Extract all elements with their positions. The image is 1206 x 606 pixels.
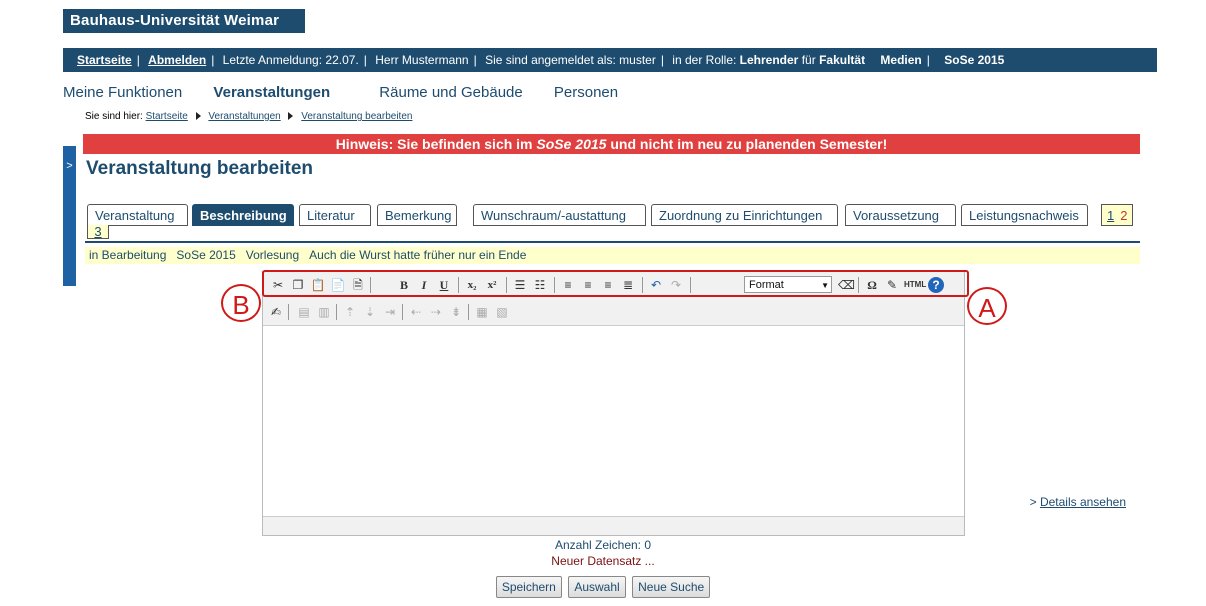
hint-text-post: und nicht im neu zu planenden Semester! [606, 136, 888, 152]
tab-page-3[interactable]: 3 [87, 225, 109, 239]
home-link[interactable]: Startseite [77, 53, 132, 67]
action-buttons: Speichern Auswahl Neue Suche [0, 576, 1206, 598]
breadcrumb-prefix: Sie sind hier: [85, 111, 143, 122]
toolbar-separator [288, 304, 289, 320]
toolbar-separator [336, 304, 337, 320]
role-for: für [801, 53, 816, 67]
nav-personen[interactable]: Personen [554, 84, 618, 101]
breadcrumb: Sie sind hier: Startseite Veranstaltunge… [85, 111, 412, 122]
logout-link[interactable]: Abmelden [148, 53, 206, 67]
annotation-circle-a: A [967, 287, 1007, 325]
tab-bar: Veranstaltung Beschreibung Literatur Bem… [87, 204, 1140, 238]
logged-in-as-text: Sie sind angemeldet als: muster [485, 53, 656, 67]
details-arrow-icon: > [1029, 495, 1037, 509]
breadcrumb-arrow-icon [288, 112, 294, 121]
nav-raeume-und-gebaeude[interactable]: Räume und Gebäude [379, 84, 522, 101]
col-delete-icon[interactable]: ⇟ [448, 304, 464, 320]
course-status-bar: in Bearbeitung SoSe 2015 Vorlesung Auch die… [85, 247, 1140, 509]
hint-semester: SoSe 2015 [536, 136, 607, 152]
tab-voraussetzung[interactable]: Voraussetzung [845, 204, 956, 226]
semester-hint-banner: Hinweis: Sie befinden sich im SoSe 2015 … [83, 134, 1140, 154]
merge-cells-icon[interactable]: ▦ [474, 304, 490, 320]
tab-wunschraum[interactable]: Wunschraum/-austattung [473, 204, 646, 226]
edit-icon[interactable]: ✍ [268, 304, 284, 320]
new-search-button[interactable]: Neue Suche [632, 576, 711, 598]
page-title: Veranstaltung bearbeiten [86, 158, 314, 179]
breadcrumb-arrow-icon [195, 112, 201, 121]
role-prefix: in der Rolle: [672, 53, 737, 67]
top-user-bar: Startseite | Abmelden | Letzte Anmeldung: … [63, 48, 1157, 72]
select-button[interactable]: Auswahl [568, 576, 626, 598]
main-navigation: Meine Funktionen Veranstaltungen Räume u… [63, 84, 645, 104]
toolbar-separator [402, 304, 403, 320]
details-link[interactable]: Details ansehen [1040, 495, 1126, 509]
details-link-wrapper: > Details ansehen [1030, 494, 1126, 511]
status-state: in Bearbeitung [89, 248, 167, 262]
tab-page-2[interactable]: 2 [1120, 208, 1127, 223]
tab-bemerkung[interactable]: Bemerkung [377, 204, 457, 226]
tab-page-1[interactable]: 1 [1107, 208, 1114, 223]
breadcrumb-veranstaltung-bearbeiten[interactable]: Veranstaltung bearbeiten [301, 111, 412, 122]
faculty-value: Medien [880, 53, 922, 67]
nav-meine-funktionen[interactable]: Meine Funktionen [63, 84, 182, 101]
split-cells-icon[interactable]: ▧ [494, 304, 510, 320]
tab-zuordnung[interactable]: Zuordnung zu Einrichtungen [651, 204, 838, 226]
tab-leistungsnachweis[interactable]: Leistungsnachweis [961, 204, 1088, 226]
table-props-icon[interactable]: ▥ [316, 304, 332, 320]
user-name: Herr Mustermann [375, 53, 469, 67]
row-before-icon[interactable]: ⇡ [342, 304, 358, 320]
faculty-label: Fakultät [819, 53, 866, 67]
row-delete-icon[interactable]: ⇥ [382, 304, 398, 320]
editor-text-area[interactable] [263, 325, 964, 517]
status-semester: SoSe 2015 [176, 248, 236, 262]
col-after-icon[interactable]: ⇢ [428, 304, 444, 320]
editor-toolbar-row-2: ✍ ▤ ▥ ⇡ ⇣ ⇥ ⇠ ⇢ ⇟ ▦ ▧ [266, 302, 962, 322]
semester-value: SoSe 2015 [944, 53, 1005, 67]
breadcrumb-startseite[interactable]: Startseite [146, 111, 188, 122]
annotation-highlight-box [262, 270, 969, 297]
left-collapse-bar[interactable]: > [63, 146, 76, 286]
last-login-text: Letzte Anmeldung: 22.07. [222, 53, 359, 67]
hint-text-pre: Hinweis: Sie befinden sich im [335, 136, 537, 152]
status-type: Vorlesung [245, 248, 300, 262]
tab-veranstaltung[interactable]: Veranstaltung [87, 204, 188, 226]
nav-veranstaltungen[interactable]: Veranstaltungen [213, 84, 330, 101]
status-title: Auch die Wurst hatte früher nur ein Ende [309, 248, 527, 262]
expand-icon: > [66, 160, 73, 172]
toolbar-separator [468, 304, 469, 320]
tab-beschreibung[interactable]: Beschreibung [192, 204, 294, 226]
tab-divider [85, 241, 1140, 243]
tab-literatur[interactable]: Literatur [299, 204, 371, 226]
new-record-text: Neuer Datensatz ... [551, 554, 655, 568]
table-insert-icon[interactable]: ▤ [296, 304, 312, 320]
annotation-circle-b: B [221, 284, 261, 322]
row-after-icon[interactable]: ⇣ [362, 304, 378, 320]
save-button[interactable]: Speichern [495, 576, 562, 598]
university-logo: Bauhaus-Universität Weimar [63, 9, 305, 33]
col-before-icon[interactable]: ⇠ [408, 304, 424, 320]
tab-pagination: 12 [1101, 204, 1134, 226]
breadcrumb-veranstaltungen[interactable]: Veranstaltungen [208, 111, 280, 122]
char-count: Anzahl Zeichen: 0 [554, 538, 652, 552]
role-value: Lehrender [739, 53, 799, 67]
